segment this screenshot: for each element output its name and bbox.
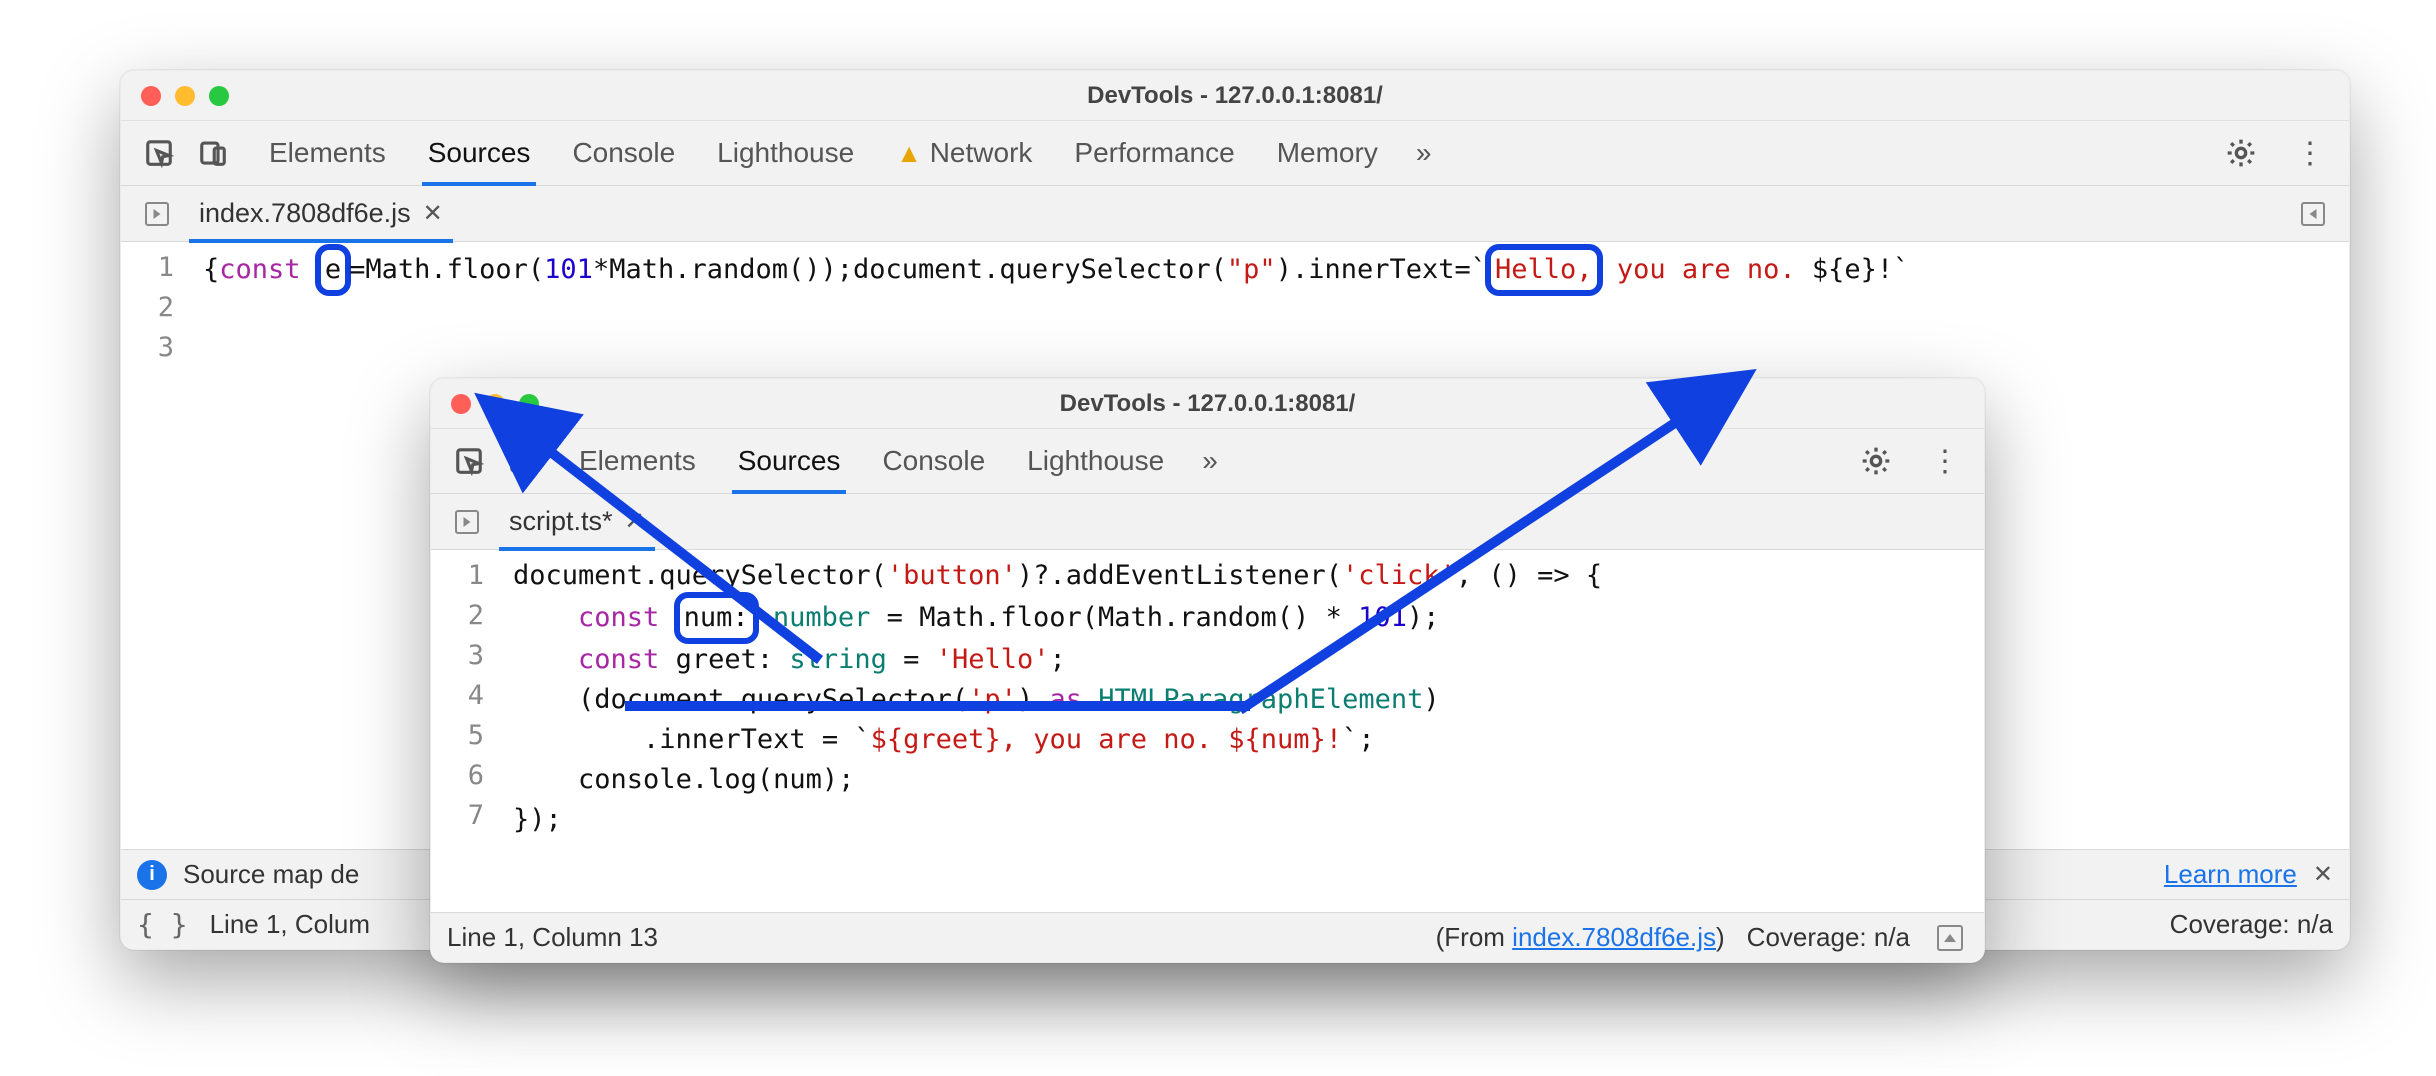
coverage-label: Coverage: n/a	[2170, 909, 2333, 940]
tabs-overflow-icon[interactable]: »	[1202, 445, 1218, 477]
warning-icon: ▲	[896, 138, 922, 168]
file-tab[interactable]: script.ts* ✕	[503, 498, 651, 545]
titlebar: DevTools - 127.0.0.1:8081/	[121, 71, 2349, 121]
code-line-2: const num: number = Math.floor(Math.rand…	[513, 596, 1984, 640]
zoom-dot-icon[interactable]	[209, 86, 229, 106]
inspect-icon[interactable]	[141, 135, 177, 171]
highlight-hello: Hello,	[1485, 244, 1603, 296]
navigator-toggle-icon[interactable]	[139, 196, 175, 232]
close-dot-icon[interactable]	[451, 394, 471, 414]
cursor-position: Line 1, Colum	[210, 909, 370, 940]
code-editor[interactable]: 1234567 document.querySelector('button')…	[431, 550, 1984, 912]
tab-sources[interactable]: Sources	[424, 123, 535, 183]
code-line-7: });	[513, 800, 1984, 840]
traffic-lights[interactable]	[451, 394, 539, 414]
code-line-6: console.log(num);	[513, 760, 1984, 800]
pretty-print-icon[interactable]: { }	[137, 908, 188, 941]
file-tab-label: script.ts*	[509, 506, 613, 537]
file-tab-bar: script.ts* ✕	[431, 494, 1984, 550]
close-icon[interactable]: ✕	[625, 507, 645, 536]
gear-icon[interactable]	[1858, 443, 1894, 479]
panel-tabstrip: Elements Sources Console Lighthouse » ⋮	[431, 429, 1984, 494]
inspect-icon[interactable]	[451, 443, 487, 479]
line-gutter: 123	[121, 242, 191, 849]
info-icon: i	[137, 860, 167, 890]
infobar-close-icon[interactable]: ✕	[2313, 860, 2333, 889]
learn-more-link[interactable]: Learn more	[2164, 859, 2297, 890]
kebab-menu-icon[interactable]: ⋮	[1928, 443, 1964, 479]
close-dot-icon[interactable]	[141, 86, 161, 106]
tab-sources[interactable]: Sources	[734, 431, 845, 491]
tab-lighthouse[interactable]: Lighthouse	[713, 123, 858, 183]
code-line-4: (document.querySelector('p') as HTMLPara…	[513, 680, 1984, 720]
device-toggle-icon[interactable]	[195, 135, 231, 171]
line-gutter: 1234567	[431, 550, 501, 912]
code-line-5: .innerText = `${greet}, you are no. ${nu…	[513, 720, 1984, 760]
file-tab[interactable]: index.7808df6e.js ✕	[193, 190, 449, 237]
panel-tabstrip: Elements Sources Console Lighthouse ▲ Ne…	[121, 121, 2349, 186]
from-label: (From index.7808df6e.js)	[1436, 922, 1725, 953]
window-title: DevTools - 127.0.0.1:8081/	[431, 390, 1984, 418]
tab-elements[interactable]: Elements	[575, 431, 700, 491]
traffic-lights[interactable]	[141, 86, 229, 106]
from-file-link[interactable]: index.7808df6e.js	[1512, 922, 1716, 952]
tabs-overflow-icon[interactable]: »	[1416, 137, 1432, 169]
highlight-e: e	[315, 244, 351, 296]
debugger-toggle-icon[interactable]	[2295, 196, 2331, 232]
titlebar: DevTools - 127.0.0.1:8081/	[431, 379, 1984, 429]
devtools-window-front: DevTools - 127.0.0.1:8081/ Elements Sour…	[430, 378, 1985, 963]
zoom-dot-icon[interactable]	[519, 394, 539, 414]
window-title: DevTools - 127.0.0.1:8081/	[121, 82, 2349, 110]
tab-console[interactable]: Console	[568, 123, 679, 183]
kebab-menu-icon[interactable]: ⋮	[2293, 135, 2329, 171]
device-toggle-icon[interactable]	[505, 443, 541, 479]
code-content: document.querySelector('button')?.addEve…	[501, 550, 1984, 912]
navigator-toggle-icon[interactable]	[449, 504, 485, 540]
code-line-1: {const e=Math.floor(101*Math.random());d…	[203, 248, 2349, 292]
tab-network[interactable]: ▲ Network	[892, 123, 1036, 183]
infobar-text: Source map de	[183, 859, 359, 890]
code-line-3: const greet: string = 'Hello';	[513, 640, 1984, 680]
stack-collapse-icon[interactable]	[1932, 920, 1968, 956]
tab-elements[interactable]: Elements	[265, 123, 390, 183]
tab-console[interactable]: Console	[878, 431, 989, 491]
highlight-num: num:	[674, 592, 759, 644]
code-line-1: document.querySelector('button')?.addEve…	[513, 556, 1984, 596]
gear-icon[interactable]	[2223, 135, 2259, 171]
close-icon[interactable]: ✕	[423, 199, 443, 228]
tab-memory[interactable]: Memory	[1273, 123, 1382, 183]
minimize-dot-icon[interactable]	[175, 86, 195, 106]
file-tab-label: index.7808df6e.js	[199, 198, 411, 229]
statusbar: Line 1, Column 13 (From index.7808df6e.j…	[431, 912, 1984, 962]
tab-lighthouse[interactable]: Lighthouse	[1023, 431, 1168, 491]
tab-performance[interactable]: Performance	[1070, 123, 1238, 183]
cursor-position: Line 1, Column 13	[447, 922, 658, 953]
file-tab-bar: index.7808df6e.js ✕	[121, 186, 2349, 242]
coverage-label: Coverage: n/a	[1747, 922, 1910, 953]
minimize-dot-icon[interactable]	[485, 394, 505, 414]
